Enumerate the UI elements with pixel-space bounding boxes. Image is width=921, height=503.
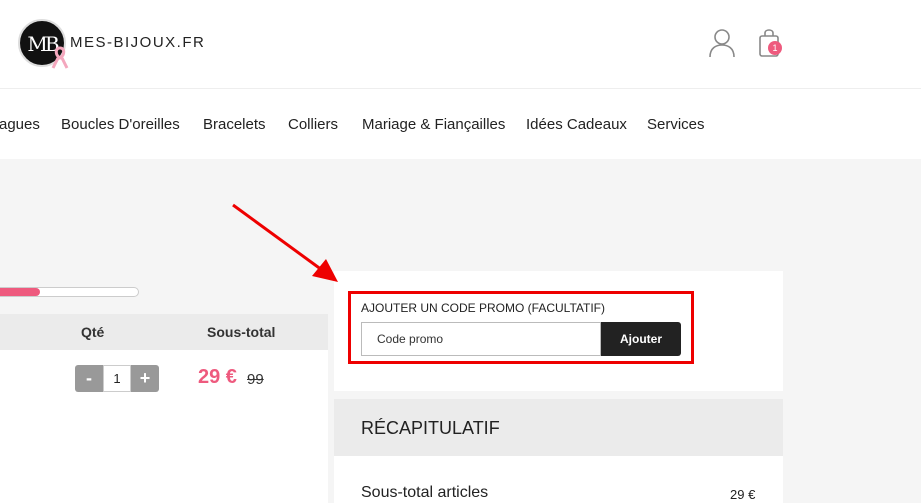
qty-input[interactable]: 1	[103, 365, 131, 392]
user-icon[interactable]	[708, 28, 736, 58]
site-header: MB MES-BIJOUX.FR 1	[0, 0, 921, 88]
item-old-price: 99	[247, 371, 264, 388]
nav-item-colliers[interactable]: Colliers	[288, 116, 338, 133]
logo-text[interactable]: MES-BIJOUX.FR	[70, 34, 205, 51]
summary-title: RÉCAPITULATIF	[361, 418, 500, 438]
summary-subtotal-label: Sous-total articles	[361, 484, 489, 501]
progress-fill	[0, 288, 40, 296]
promo-code-input[interactable]: Code promo	[361, 322, 601, 356]
summary-subtotal-value: 29 €	[730, 487, 756, 502]
summary-body: Sous-total articles 29 €	[334, 456, 783, 503]
cart-item-row: - 1 + 29 € 99	[0, 350, 328, 503]
qty-increase-button[interactable]: +	[131, 365, 159, 392]
column-header-qty: Qté	[81, 324, 105, 340]
nav-item-mariage-fiancailles[interactable]: Mariage & Fiançailles	[362, 116, 505, 133]
shipping-progress-bar	[0, 287, 139, 297]
nav-item-services[interactable]: Services	[647, 116, 705, 133]
nav-item-bagues[interactable]: agues	[0, 116, 40, 133]
column-header-subtotal: Sous-total	[207, 324, 276, 340]
nav-item-bracelets[interactable]: Bracelets	[203, 116, 266, 133]
summary-header: RÉCAPITULATIF	[334, 399, 783, 456]
promo-label: AJOUTER UN CODE PROMO (FACULTATIF)	[361, 301, 606, 315]
qty-decrease-button[interactable]: -	[75, 365, 103, 392]
cart-table-header: Qté Sous-total	[0, 314, 328, 350]
promo-apply-button[interactable]: Ajouter	[601, 322, 681, 356]
nav-item-boucles-doreilles[interactable]: Boucles D'oreilles	[61, 116, 180, 133]
nav-item-idees-cadeaux[interactable]: Idées Cadeaux	[526, 116, 627, 133]
ribbon-icon	[51, 46, 69, 69]
cart-count-badge: 1	[768, 41, 782, 55]
item-price: 29 €	[198, 366, 237, 388]
main-nav: agues Boucles D'oreilles Bracelets Colli…	[0, 89, 921, 159]
